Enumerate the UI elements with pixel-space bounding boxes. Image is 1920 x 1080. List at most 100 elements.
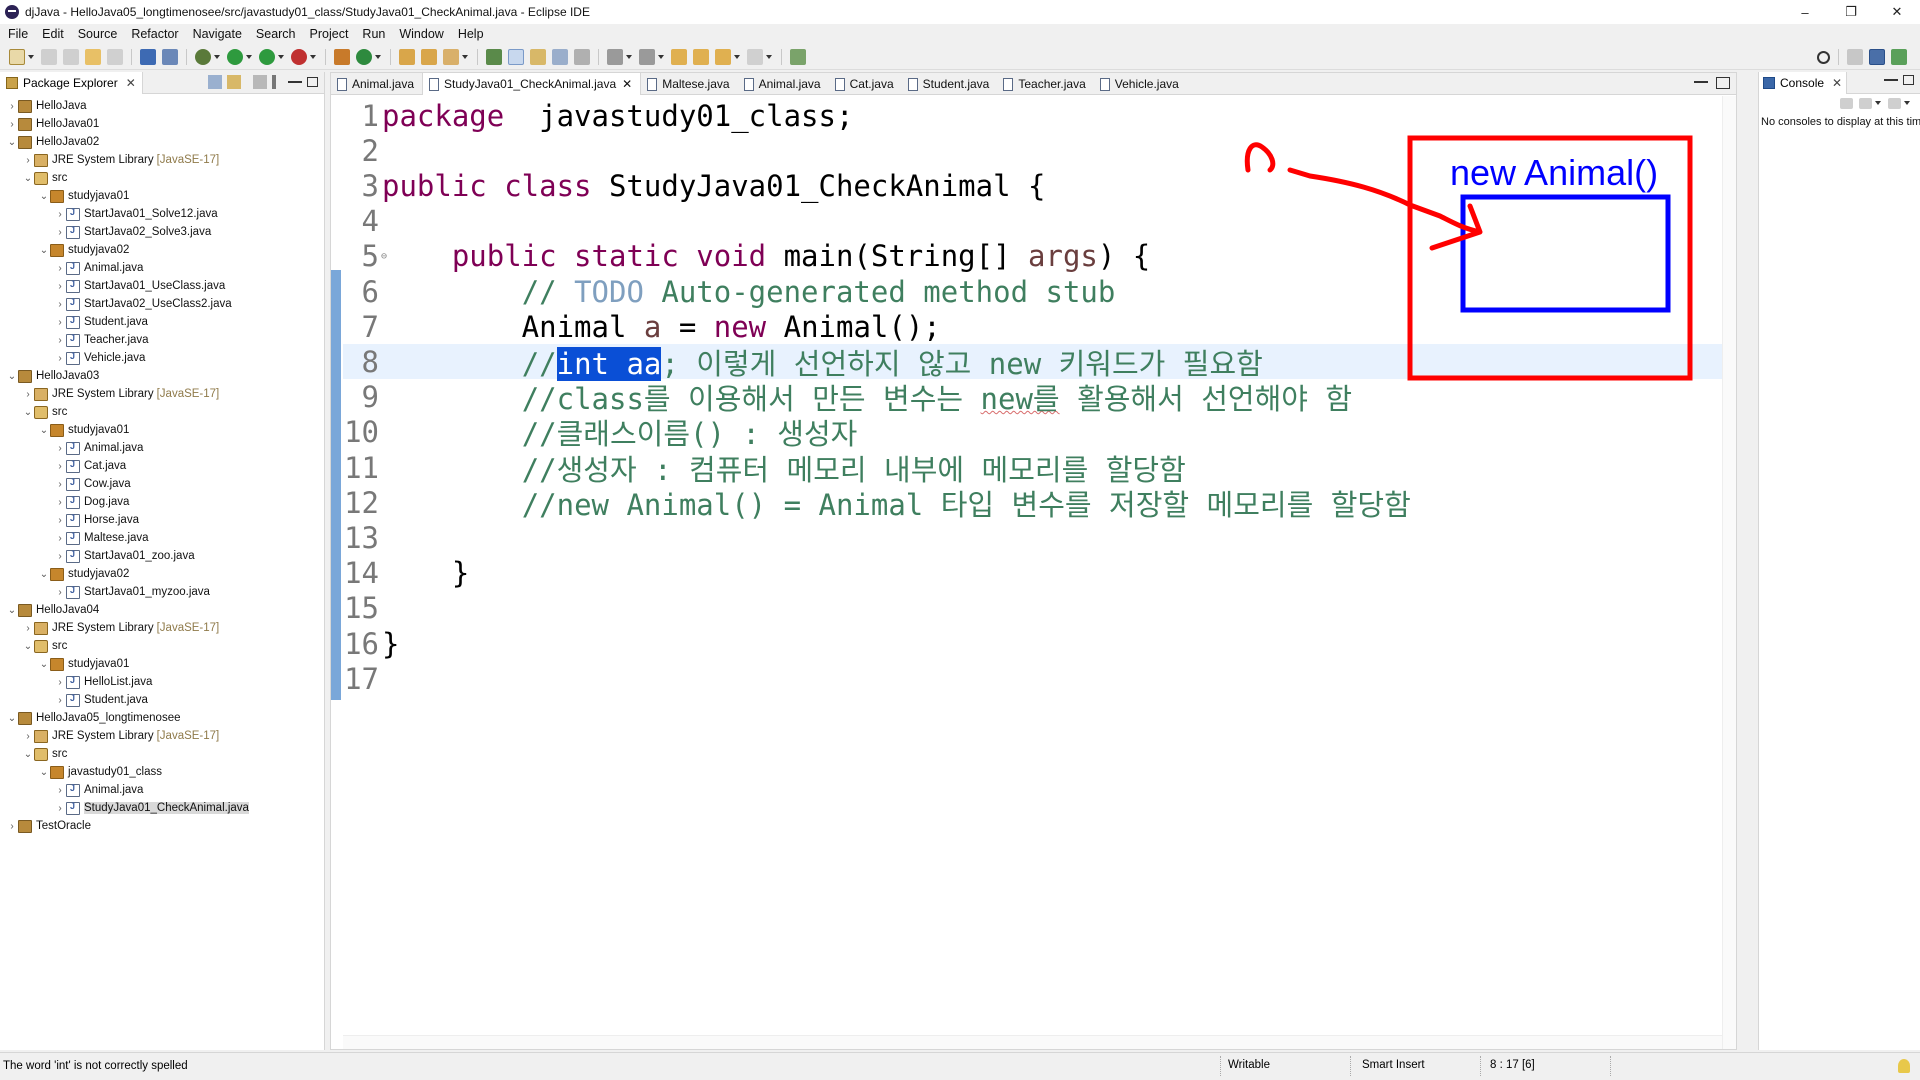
menu-help[interactable]: Help (458, 27, 484, 41)
editor-tab[interactable]: StudyJava01_CheckAnimal.java ✕ (422, 73, 642, 95)
tree-item[interactable]: › Animal.java (0, 439, 324, 457)
code-line[interactable]: 5 ⊖ public static void main(String[] args… (343, 239, 1723, 274)
debug-dropdown-icon[interactable] (214, 54, 220, 59)
horizontal-scrollbar[interactable] (343, 1035, 1723, 1049)
chevron-right-icon[interactable]: › (22, 155, 34, 166)
package-explorer-tab[interactable]: Package Explorer ✕ (0, 71, 143, 94)
tree-item[interactable]: › JRE System Library [JavaSE-17] (0, 727, 324, 745)
external-tools-dropdown-icon[interactable] (310, 54, 316, 59)
maximize-view-icon[interactable] (1903, 75, 1914, 85)
chevron-down-icon[interactable]: ⌄ (38, 767, 50, 778)
search-icon[interactable] (1817, 50, 1830, 64)
tree-item[interactable]: › TestOracle (0, 817, 324, 835)
previous-annotation-icon[interactable] (639, 48, 655, 65)
maximize-view-icon[interactable] (1716, 77, 1730, 89)
menu-run[interactable]: Run (362, 27, 385, 41)
filters-icon[interactable] (253, 75, 267, 89)
code-line[interactable]: 8 //int aa; 이렇게 선언하지 않고 new 키워드가 필요함 (343, 344, 1723, 381)
chevron-right-icon[interactable]: › (54, 227, 66, 238)
maximize-button[interactable]: ❐ (1828, 0, 1874, 24)
run-dropdown-icon[interactable] (246, 54, 252, 59)
tree-item[interactable]: › StartJava02_UseClass2.java (0, 295, 324, 313)
chevron-right-icon[interactable]: › (54, 335, 66, 346)
tree-item[interactable]: › Cow.java (0, 475, 324, 493)
previous-annotation-dropdown-icon[interactable] (658, 54, 664, 59)
chevron-right-icon[interactable]: › (54, 443, 66, 454)
tree-item[interactable]: › Cat.java (0, 457, 324, 475)
tree-item[interactable]: › HelloJava (0, 97, 324, 115)
chevron-right-icon[interactable]: › (54, 533, 66, 544)
chevron-right-icon[interactable]: › (54, 299, 66, 310)
collapse-all-icon[interactable] (208, 75, 222, 89)
close-button[interactable]: ✕ (1874, 0, 1920, 24)
chevron-down-icon[interactable]: ⌄ (22, 641, 34, 652)
menu-source[interactable]: Source (78, 27, 118, 41)
new-icon[interactable] (9, 48, 25, 65)
tree-item[interactable]: › Student.java (0, 691, 324, 709)
menu-refactor[interactable]: Refactor (131, 27, 178, 41)
chevron-down-icon[interactable]: ⌄ (6, 371, 18, 382)
chevron-right-icon[interactable]: › (54, 209, 66, 220)
tree-item[interactable]: ⌄ HelloJava05_longtimenosee (0, 709, 324, 727)
chevron-down-icon[interactable]: ⌄ (38, 245, 50, 256)
java-perspective-icon[interactable] (1869, 49, 1885, 65)
chevron-right-icon[interactable]: › (54, 317, 66, 328)
open-console-dropdown-icon[interactable] (1904, 101, 1910, 105)
tree-item[interactable]: › Student.java (0, 313, 324, 331)
toggle-word-wrap-icon[interactable] (552, 48, 568, 65)
close-icon[interactable]: ✕ (622, 77, 632, 91)
new-class-icon[interactable] (356, 48, 372, 65)
fold-icon[interactable]: ⊖ (381, 251, 387, 262)
chevron-right-icon[interactable]: › (54, 587, 66, 598)
editor-tab[interactable]: Cat.java (829, 73, 902, 95)
tree-item[interactable]: › Animal.java (0, 259, 324, 277)
minimize-view-icon[interactable] (1694, 81, 1708, 83)
tree-item[interactable]: › JRE System Library [JavaSE-17] (0, 619, 324, 637)
chevron-right-icon[interactable]: › (54, 263, 66, 274)
search-tool-icon[interactable] (443, 48, 459, 65)
back-dropdown-icon[interactable] (734, 54, 740, 59)
editor-tab[interactable]: Vehicle.java (1094, 73, 1187, 95)
code-line[interactable]: 12 //new Animal() = Animal 타입 변수를 저장할 메모… (343, 485, 1723, 522)
chevron-right-icon[interactable]: › (54, 803, 66, 814)
chevron-down-icon[interactable]: ⌄ (22, 749, 34, 760)
minimize-button[interactable]: – (1782, 0, 1828, 24)
debug-perspective-icon[interactable] (1891, 49, 1907, 65)
coverage-dropdown-icon[interactable] (278, 54, 284, 59)
tree-item[interactable]: › Teacher.java (0, 331, 324, 349)
editor-tab[interactable]: Animal.java (331, 73, 422, 95)
last-edit-location-icon[interactable] (671, 48, 687, 65)
tree-item[interactable]: ⌄ src (0, 637, 324, 655)
chevron-right-icon[interactable]: › (54, 695, 66, 706)
open-perspective-icon[interactable] (1847, 49, 1863, 65)
chevron-right-icon[interactable]: › (54, 677, 66, 688)
redo-icon[interactable] (107, 48, 123, 65)
tree-item[interactable]: ⌄ HelloJava04 (0, 601, 324, 619)
editor-tab[interactable]: Student.java (902, 73, 998, 95)
editor-tab[interactable]: Maltese.java (641, 73, 737, 95)
tree-item[interactable]: › StudyJava01_CheckAnimal.java (0, 799, 324, 817)
code-line[interactable]: 4 (343, 204, 1723, 239)
tree-item[interactable]: › StartJava01_zoo.java (0, 547, 324, 565)
minimize-view-icon[interactable] (288, 81, 302, 83)
chevron-right-icon[interactable]: › (54, 515, 66, 526)
forward-dropdown-icon[interactable] (766, 54, 772, 59)
tree-item[interactable]: › Animal.java (0, 781, 324, 799)
chevron-right-icon[interactable]: › (6, 119, 18, 130)
chevron-right-icon[interactable]: › (54, 497, 66, 508)
code-line[interactable]: 17 (343, 661, 1723, 696)
pin-console-icon[interactable] (1840, 97, 1853, 109)
code-line[interactable]: 15 (343, 591, 1723, 626)
maximize-view-icon[interactable] (307, 77, 318, 87)
chevron-down-icon[interactable]: ⌄ (38, 425, 50, 436)
tree-item[interactable]: › JRE System Library [JavaSE-17] (0, 385, 324, 403)
editor-tab[interactable]: Teacher.java (997, 73, 1093, 95)
skip-breakpoints-icon[interactable] (162, 48, 178, 65)
code-line[interactable]: 11 //생성자 : 컴퓨터 메모리 내부에 메모리를 할당함 (343, 450, 1723, 487)
chevron-down-icon[interactable]: ⌄ (6, 605, 18, 616)
tree-item[interactable]: › Horse.java (0, 511, 324, 529)
chevron-down-icon[interactable]: ⌄ (38, 659, 50, 670)
code-line[interactable]: 10 //클래스이름() : 생성자 (343, 415, 1723, 451)
tree-item[interactable]: › HelloJava01 (0, 115, 324, 133)
chevron-right-icon[interactable]: › (54, 353, 66, 364)
